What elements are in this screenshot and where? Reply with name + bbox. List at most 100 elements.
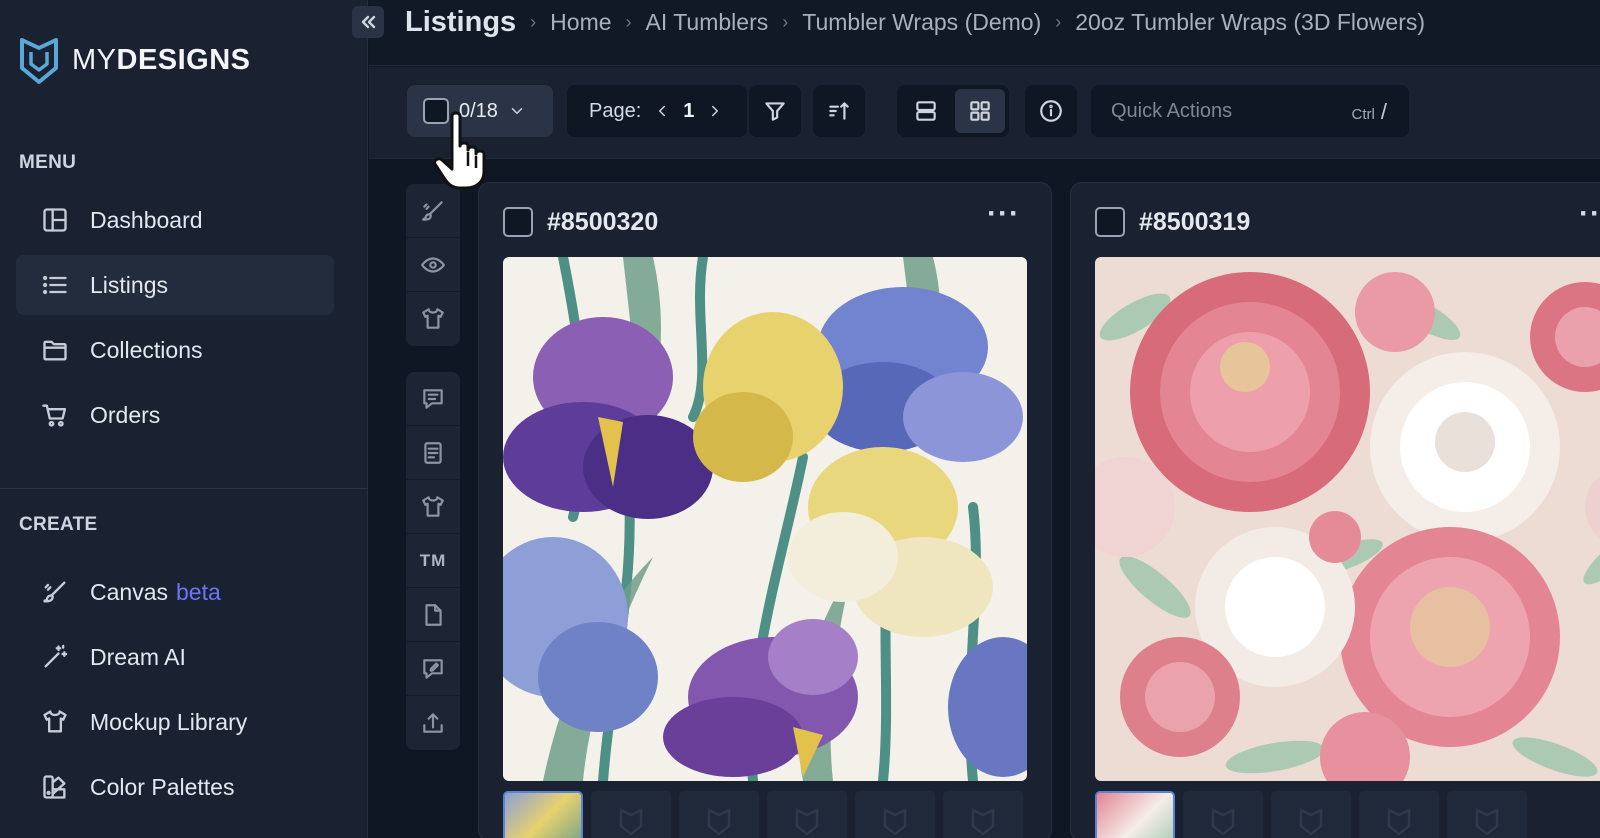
action-rail-top bbox=[406, 184, 460, 346]
breadcrumb-ai-tumblers[interactable]: AI Tumblers bbox=[646, 9, 769, 36]
logo-placeholder-icon bbox=[1387, 808, 1411, 836]
shirt-icon bbox=[422, 308, 444, 329]
sidebar-item-dashboard[interactable]: Dashboard bbox=[16, 190, 334, 250]
sidebar-item-listings[interactable]: Listings bbox=[16, 255, 334, 315]
thumbnail-placeholder[interactable] bbox=[855, 791, 935, 838]
preview-button[interactable] bbox=[406, 238, 460, 292]
brush-icon bbox=[422, 200, 443, 221]
chevrons-left-icon bbox=[361, 15, 376, 29]
cart-icon bbox=[40, 400, 70, 430]
logo-placeholder-icon bbox=[971, 808, 995, 836]
sidebar-item-label: Dream AI bbox=[90, 643, 186, 670]
logo-placeholder-icon bbox=[883, 808, 907, 836]
trademark-check-button[interactable]: TM bbox=[406, 534, 460, 588]
page-label: Page: bbox=[589, 99, 642, 122]
design-image-iris[interactable] bbox=[503, 257, 1027, 781]
brand-logo[interactable]: MYDESIGNS bbox=[18, 34, 251, 86]
listing-card[interactable]: #8500320 ··· bbox=[478, 182, 1052, 838]
logo-shield-icon bbox=[20, 38, 58, 84]
chevron-right-icon: › bbox=[782, 12, 789, 32]
folder-icon bbox=[40, 335, 70, 365]
more-options-button[interactable]: ··· bbox=[1579, 197, 1600, 231]
mockup-button[interactable] bbox=[406, 292, 460, 346]
magic-wand-icon bbox=[40, 642, 70, 672]
grid-view-button[interactable] bbox=[955, 89, 1005, 133]
listing-details-button[interactable] bbox=[406, 372, 460, 426]
publish-button[interactable] bbox=[406, 696, 460, 750]
thumbnail-placeholder[interactable] bbox=[943, 791, 1023, 838]
thumbnail-placeholder[interactable] bbox=[767, 791, 847, 838]
thumbnail-placeholder[interactable] bbox=[1447, 791, 1527, 838]
layout-icon bbox=[40, 205, 70, 235]
brush-icon bbox=[40, 577, 70, 607]
thumbnail-placeholder[interactable] bbox=[679, 791, 759, 838]
chevron-right-icon: › bbox=[1055, 12, 1062, 32]
quick-actions-placeholder: Quick Actions bbox=[1111, 99, 1233, 122]
action-rail-bottom: TM bbox=[406, 372, 460, 750]
product-button[interactable] bbox=[406, 480, 460, 534]
review-button[interactable] bbox=[406, 642, 460, 696]
list-icon bbox=[40, 270, 70, 300]
thumbnail-strip bbox=[1095, 791, 1527, 838]
info-button[interactable] bbox=[1025, 85, 1077, 137]
sidebar-item-collections[interactable]: Collections bbox=[16, 320, 334, 380]
design-image-peony[interactable] bbox=[1095, 257, 1600, 781]
listing-card-header: #8500320 bbox=[503, 207, 658, 237]
keyboard-shortcut: Ctrl / bbox=[1351, 99, 1387, 124]
logo-placeholder-icon bbox=[619, 808, 643, 836]
sidebar-item-canvas[interactable]: Canvas beta bbox=[16, 562, 334, 622]
file-button[interactable] bbox=[406, 588, 460, 642]
list-view-button[interactable] bbox=[901, 89, 951, 133]
sidebar-item-dream-ai[interactable]: Dream AI bbox=[16, 627, 334, 687]
breadcrumb-current[interactable]: 20oz Tumbler Wraps (3D Flowers) bbox=[1075, 9, 1425, 36]
listing-checkbox[interactable] bbox=[503, 207, 533, 237]
hand-cursor-icon bbox=[434, 111, 486, 190]
thumbnail-selected[interactable] bbox=[1095, 791, 1175, 838]
logo-placeholder-icon bbox=[795, 808, 819, 836]
sidebar-item-color-palettes[interactable]: Color Palettes bbox=[16, 757, 334, 817]
filter-icon bbox=[765, 102, 785, 121]
prev-page-icon[interactable] bbox=[653, 102, 671, 120]
sidebar-item-label: Canvas beta bbox=[90, 578, 221, 605]
sidebar-item-orders[interactable]: Orders bbox=[16, 385, 334, 445]
trademark-label: TM bbox=[419, 550, 447, 570]
chevron-right-icon: › bbox=[530, 12, 537, 32]
next-page-icon[interactable] bbox=[706, 102, 724, 120]
breadcrumb-tumbler-wraps[interactable]: Tumbler Wraps (Demo) bbox=[802, 9, 1041, 36]
thumbnail-placeholder[interactable] bbox=[1359, 791, 1439, 838]
view-toggle bbox=[897, 85, 1009, 137]
chevron-down-icon bbox=[511, 108, 523, 114]
pagination: Page: 1 bbox=[567, 85, 747, 137]
listing-toolbar: 0/18 Page: 1 Quick Actions Ctrl / bbox=[369, 67, 1600, 159]
thumbnail-placeholder[interactable] bbox=[1271, 791, 1351, 838]
thumbnail-placeholder[interactable] bbox=[1183, 791, 1263, 838]
description-button[interactable] bbox=[406, 426, 460, 480]
sort-button[interactable] bbox=[813, 85, 865, 137]
file-icon bbox=[425, 603, 442, 626]
breadcrumb: Listings › Home › AI Tumblers › Tumbler … bbox=[405, 6, 1425, 39]
sidebar-item-label: Orders bbox=[90, 401, 161, 428]
iris-floral-illustration bbox=[503, 257, 1027, 781]
thumbnail-placeholder[interactable] bbox=[591, 791, 671, 838]
logo-placeholder-icon bbox=[1475, 808, 1499, 836]
brand-name: MYDESIGNS bbox=[72, 43, 251, 76]
edit-design-button[interactable] bbox=[406, 184, 460, 238]
page-number[interactable]: 1 bbox=[683, 100, 694, 123]
more-options-button[interactable]: ··· bbox=[987, 197, 1020, 231]
sidebar-item-label: Listings bbox=[90, 271, 168, 298]
listing-checkbox[interactable] bbox=[1095, 207, 1125, 237]
thumbnail-selected[interactable] bbox=[503, 791, 583, 838]
listing-card[interactable]: #8500319 ··· bbox=[1070, 182, 1600, 838]
collapse-sidebar-button[interactable] bbox=[352, 6, 384, 38]
sidebar-item-label: Color Palettes bbox=[90, 773, 235, 800]
thumbnail-strip bbox=[503, 791, 1023, 838]
grid-icon bbox=[970, 101, 990, 121]
breadcrumb-home[interactable]: Home bbox=[550, 9, 611, 36]
filter-button[interactable] bbox=[749, 85, 801, 137]
rows-icon bbox=[916, 101, 936, 121]
document-lines-icon bbox=[424, 441, 442, 464]
listing-id: #8500319 bbox=[1139, 207, 1251, 236]
quick-actions-input[interactable]: Quick Actions Ctrl / bbox=[1091, 85, 1409, 137]
menu-section-label: MENU bbox=[19, 152, 77, 173]
sidebar-item-mockup-library[interactable]: Mockup Library bbox=[16, 692, 334, 752]
